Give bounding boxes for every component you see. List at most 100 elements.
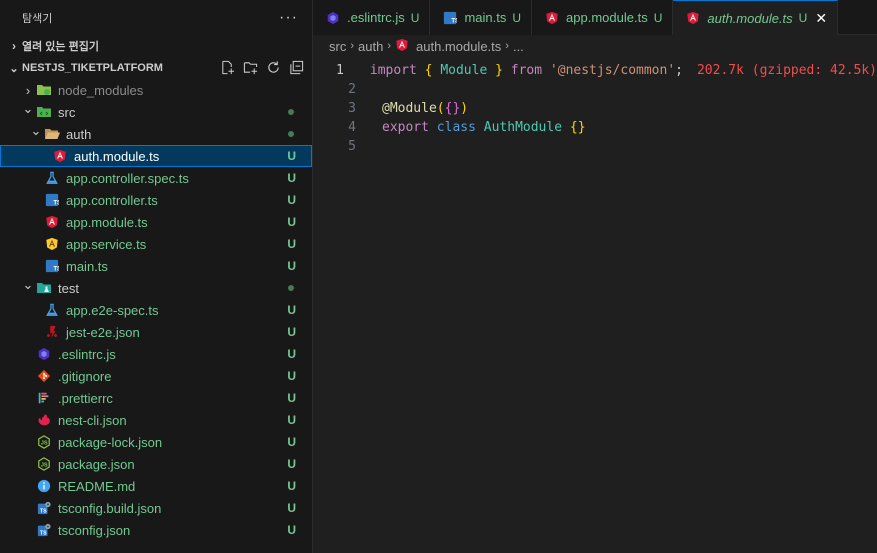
chevron-right-icon: › [12, 39, 16, 53]
git-status-badge: U [287, 479, 296, 493]
angular-icon [44, 214, 60, 230]
angular-icon [52, 148, 68, 164]
svg-text:TS: TS [40, 508, 47, 514]
line-content: import { Module } from '@nestjs/common';… [370, 63, 877, 78]
new-file-icon[interactable] [220, 60, 235, 75]
collapse-all-icon[interactable] [289, 60, 304, 75]
svg-text:JS: JS [41, 441, 48, 447]
ts-icon: TS [44, 192, 60, 208]
brace: {} [569, 120, 586, 135]
tree-item-tsconfig-build-json[interactable]: TS tsconfig.build.json U [0, 497, 312, 519]
tree-item-tsconfig-json[interactable]: TS tsconfig.json U [0, 519, 312, 541]
tree-item-gitignore[interactable]: .gitignore U [0, 365, 312, 387]
flask-icon [44, 170, 60, 186]
tree-item-app-module-ts[interactable]: app.module.ts U [0, 211, 312, 233]
tree-item-app-controller-ts[interactable]: TS app.controller.ts U [0, 189, 312, 211]
prettier-icon [36, 390, 52, 406]
keyword: from [510, 63, 543, 78]
editor-tabs: .eslintrc.js U TS main.ts Uapp.module.ts Uaut… [313, 0, 877, 35]
angular-service-icon [44, 236, 60, 252]
breadcrumb-auth[interactable]: auth [358, 39, 383, 54]
eslint-icon [325, 10, 341, 26]
tree-item-package-lock-json[interactable]: JS package-lock.json U [0, 431, 312, 453]
tree-item-label: .eslintrc.js [58, 346, 116, 362]
brace: { [424, 63, 433, 78]
tab-app-module-ts[interactable]: app.module.ts U [532, 0, 674, 35]
keyword: class [436, 120, 476, 135]
node-icon: JS [36, 434, 52, 450]
chevron-down-icon: ⌄ [30, 123, 42, 138]
tab-eslintrc-js[interactable]: .eslintrc.js U [313, 0, 431, 35]
svg-text:TS: TS [53, 266, 59, 273]
identifier: Module [440, 63, 488, 78]
tree-item-readme-md[interactable]: README.md U [0, 475, 312, 497]
ts-icon: TS [442, 10, 458, 26]
tree-item-node-modules[interactable]: › node_modules [0, 79, 312, 101]
tree-item-nest-cli-json[interactable]: nest-cli.json U [0, 409, 312, 431]
brace: {} [444, 101, 461, 116]
modified-dot [288, 285, 294, 291]
brace: } [495, 63, 503, 78]
tree-item-label: test [58, 280, 79, 296]
info-icon [36, 478, 52, 494]
git-status-badge: U [287, 193, 296, 207]
modified-dot [288, 131, 294, 137]
project-section[interactable]: ⌄ NESTJS_TIKETPLATFORM [0, 57, 312, 79]
tree-item-label: tsconfig.build.json [58, 500, 162, 516]
open-editors-section[interactable]: › 열려 있는 편집기 [0, 35, 312, 57]
new-folder-icon[interactable] [243, 60, 258, 75]
git-status-badge: U [287, 171, 296, 185]
tree-item-package-json[interactable]: JS package.json U [0, 453, 312, 475]
code-line: 1 import { Module } from '@nestjs/common… [313, 61, 877, 80]
git-status-badge: U [410, 10, 420, 25]
paren: ( [436, 101, 445, 116]
tree-item-app-controller-spec-ts[interactable]: app.controller.spec.ts U [0, 167, 312, 189]
tree-item-label: app.controller.spec.ts [66, 170, 189, 186]
git-status-badge: U [287, 523, 296, 537]
breadcrumb-symbol[interactable]: ... [513, 39, 524, 54]
tsconfig-icon: TS [36, 500, 52, 516]
project-actions [220, 60, 304, 75]
breadcrumb-file[interactable]: auth.module.ts [416, 39, 501, 54]
tree-item-label: app.e2e-spec.ts [66, 302, 159, 318]
tab-label: main.ts [464, 10, 507, 25]
refresh-icon[interactable] [266, 60, 281, 75]
import-cost-hint: 202.7k (gzipped: 42.5k) [696, 63, 877, 78]
tree-item-label: README.md [58, 478, 136, 494]
tree-item-label: auth [66, 126, 92, 142]
tree-item-auth-module-ts[interactable]: auth.module.ts U [0, 145, 312, 167]
code-line: 3 @Module({}) [313, 99, 877, 118]
tree-item-label: jest-e2e.json [66, 324, 140, 340]
tab-main-ts[interactable]: TS main.ts U [430, 0, 533, 35]
chevron-down-icon: ⌄ [22, 101, 34, 116]
breadcrumb-src[interactable]: src [329, 39, 346, 54]
code-line: 2 [313, 80, 877, 99]
tab-auth-module-ts[interactable]: auth.module.ts U ✕ [673, 0, 839, 35]
jest-icon [44, 324, 60, 340]
tree-item-src[interactable]: ⌄ src [0, 101, 312, 123]
chevron-right-icon: › [505, 40, 509, 52]
tree-item-jest-e2e-json[interactable]: jest-e2e.json U [0, 321, 312, 343]
tree-item-prettierrc[interactable]: .prettierrc U [0, 387, 312, 409]
more-actions-icon[interactable]: ··· [279, 9, 298, 27]
paren: ) [460, 101, 469, 116]
folder-open-icon [44, 126, 60, 142]
chevron-down-icon: ⌄ [22, 277, 34, 292]
git-status-badge: U [287, 413, 296, 427]
git-status-badge: U [287, 369, 296, 383]
keyword: export [382, 120, 429, 135]
project-name: NESTJS_TIKETPLATFORM [22, 62, 163, 74]
tree-item-test[interactable]: ⌄ test [0, 277, 312, 299]
tree-item-eslintrc-js[interactable]: .eslintrc.js U [0, 343, 312, 365]
git-status-badge: U [287, 391, 296, 405]
tree-item-app-service-ts[interactable]: app.service.ts U [0, 233, 312, 255]
code-editor[interactable]: 1 import { Module } from '@nestjs/common… [313, 57, 877, 156]
git-status-badge: U [287, 259, 296, 273]
tree-item-app-e2e-spec-ts[interactable]: app.e2e-spec.ts U [0, 299, 312, 321]
tree-item-auth[interactable]: ⌄ auth [0, 123, 312, 145]
tree-item-main-ts[interactable]: TS main.ts U [0, 255, 312, 277]
explorer-header: 탐색기 ··· [0, 0, 312, 35]
line-number: 1 [336, 63, 344, 78]
git-status-badge: U [653, 10, 663, 25]
close-icon[interactable]: ✕ [815, 10, 827, 27]
